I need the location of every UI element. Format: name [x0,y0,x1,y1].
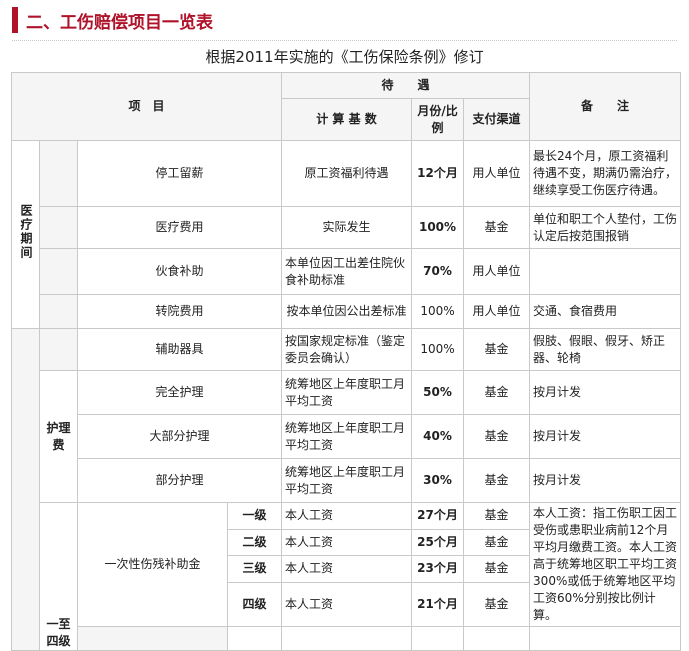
row-basis: 实际发生 [281,206,413,249]
row-item: 伙食补助 [76,248,283,295]
row-remark [529,248,682,295]
heading-accent-bar [12,7,18,33]
header-treatment: 待 遇 [281,72,531,99]
header-ratio: 月份/比例 [411,98,465,141]
row-remark: 本人工资：指工伤职工因工受伤或患职业病前12个月平均月缴费工资。本人工资高于统筹… [529,502,682,627]
row-channel: 基金 [463,502,531,530]
row-basis: 本单位因工出差住院伙食补助标准 [281,248,413,295]
row-ratio: 50% [411,370,465,415]
table-row: 伙食补助 本单位因工出差住院伙食补助标准 70% 用人单位 [12,248,682,295]
table-row: 一至四级 一次性伤残补助金 一级 本人工资 27个月 基金 本人工资：指工伤职工… [12,502,682,651]
header-basis: 计 算 基 数 [281,98,413,141]
group-spacer [11,328,40,651]
row-grade: 三级 [226,555,283,583]
row-channel: 基金 [463,414,531,459]
row-ratio: 30% [411,458,465,503]
row-basis: 统筹地区上年度职工月平均工资 [281,414,413,459]
empty-cell [411,626,465,651]
row-ratio: 70% [411,248,465,295]
row-basis: 统筹地区上年度职工月平均工资 [281,370,413,415]
row-remark: 最长24个月，原工资福利待遇不变，期满仍需治疗，继续享受工伤医疗待遇。 [529,140,682,207]
row-basis: 按国家规定标准（鉴定委员会确认） [281,328,413,371]
row-remark: 交通、食宿费用 [529,294,682,329]
row-item: 部分护理 [76,458,283,503]
section-title: 二、工伤赔偿项目一览表 [26,12,213,33]
row-remark: 按月计发 [529,458,682,503]
section-heading: 二、工伤赔偿项目一览表 [0,0,689,40]
empty-cell [281,626,413,651]
table-row: 大部分护理 统筹地区上年度职工月平均工资 40% 基金 按月计发 [12,414,682,459]
row-ratio: 100% [411,328,465,371]
row-basis: 本人工资 [281,528,413,557]
row-grade: 一级 [226,502,283,530]
row-grade: 四级 [226,581,283,628]
group-spacer [39,206,78,249]
row-ratio: 21个月 [411,581,465,628]
table-row [12,626,682,651]
header-remark: 备 注 [529,72,682,141]
row-channel: 基金 [463,581,531,628]
row-item: 停工留薪 [76,140,283,207]
row-item: 完全护理 [76,370,283,415]
group-medical-period: 医疗期间 [11,140,40,329]
table-row: 辅助器具 按国家规定标准（鉴定委员会确认） 100% 基金 假肢、假眼、假牙、矫… [11,328,682,651]
header-row-1: 项 目 待 遇 备 注 [10,72,682,141]
row-channel: 基金 [463,370,531,415]
empty-cell [529,626,682,651]
group-spacer [77,626,228,651]
row-remark: 按月计发 [529,370,682,415]
table-subtitle: 根据2011年实施的《工伤保险条例》修订 [205,48,484,66]
heading-divider [12,40,677,41]
row-channel: 基金 [463,528,531,557]
row-channel: 基金 [463,458,531,503]
compensation-table: 项 目 待 遇 备 注 计 算 基 数 月份/比例 支付渠道 医疗期间 停工留薪… [10,72,682,651]
row-ratio: 100% [411,294,465,329]
row-ratio: 25个月 [411,528,465,557]
group-grade-one-to-four: 一至四级 [39,502,78,651]
row-channel: 用人单位 [463,140,531,207]
group-spacer [39,328,78,371]
empty-cell [226,626,283,651]
row-remark: 假肢、假眼、假牙、矫正器、轮椅 [529,328,682,371]
table-row: 部分护理 统筹地区上年度职工月平均工资 30% 基金 按月计发 [12,458,682,503]
row-channel: 基金 [463,206,531,249]
row-basis: 统筹地区上年度职工月平均工资 [281,458,413,503]
group-spacer [39,248,78,295]
table-row: 医疗期间 停工留薪 原工资福利待遇 12个月 用人单位 最长24个月，原工资福利… [11,140,682,329]
row-channel: 用人单位 [463,248,531,295]
group-spacer [39,294,78,329]
row-remark: 按月计发 [529,414,682,459]
row-channel: 用人单位 [463,294,531,329]
row-channel: 基金 [463,328,531,371]
row-grade: 二级 [226,528,283,557]
row-basis: 本人工资 [281,581,413,628]
table-row: 护理费 完全护理 统筹地区上年度职工月平均工资 50% 基金 按月计发 [12,370,682,503]
row-ratio: 27个月 [411,502,465,530]
row-ratio: 40% [411,414,465,459]
row-channel: 基金 [463,555,531,583]
empty-cell [463,626,531,651]
row-basis: 本人工资 [281,555,413,583]
row-item: 一次性伤残补助金 [77,502,228,627]
row-remark: 单位和职工个人垫付，工伤认定后按范围报销 [529,206,682,249]
row-item: 转院费用 [76,294,283,329]
group-spacer [39,140,78,207]
table-row: 医疗费用 实际发生 100% 基金 单位和职工个人垫付，工伤认定后按范围报销 [12,206,682,249]
table-row: 转院费用 按本单位因公出差标准 100% 用人单位 交通、食宿费用 [12,294,682,329]
row-basis: 原工资福利待遇 [281,140,413,207]
header-item: 项 目 [10,72,283,141]
header-channel: 支付渠道 [463,98,531,141]
row-basis: 按本单位因公出差标准 [281,294,413,329]
row-ratio: 23个月 [411,555,465,583]
row-item: 大部分护理 [76,414,283,459]
row-ratio: 12个月 [411,140,465,207]
row-ratio: 100% [411,206,465,249]
row-item: 医疗费用 [76,206,283,249]
row-item: 辅助器具 [76,328,283,371]
row-basis: 本人工资 [281,502,413,530]
group-nursing-fee: 护理费 [39,370,78,503]
